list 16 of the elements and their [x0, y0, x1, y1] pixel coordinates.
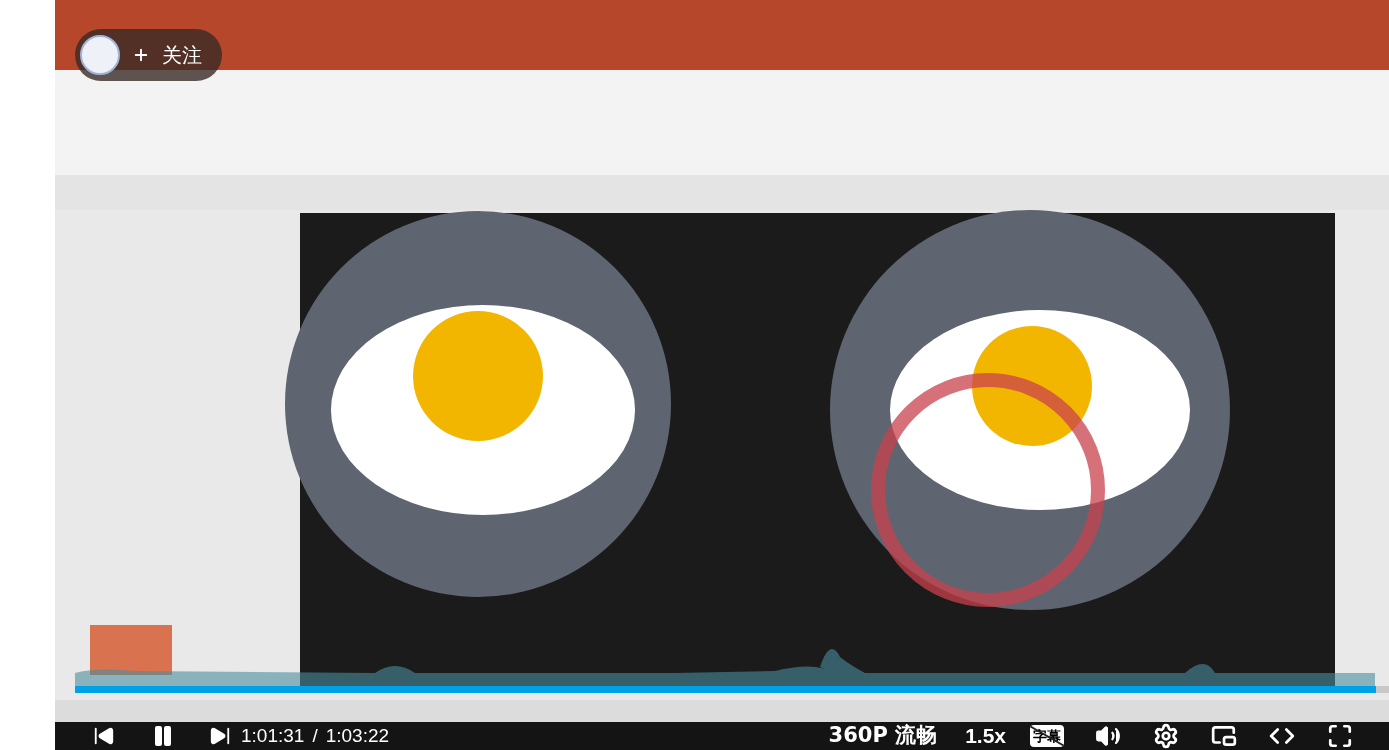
skip-back-icon [93, 725, 115, 747]
settings-button[interactable] [1152, 722, 1180, 750]
fullscreen-button[interactable] [1326, 722, 1354, 750]
avatar-icon [80, 35, 120, 75]
quality-button[interactable]: 360P 流畅 [828, 720, 938, 750]
plus-icon [132, 46, 150, 64]
speed-button[interactable]: 1.5x [965, 720, 1006, 750]
volume-icon [1095, 723, 1121, 749]
picture-in-picture-icon [1211, 723, 1237, 749]
fullscreen-icon [1327, 723, 1353, 749]
follow-button[interactable]: 关注 [75, 29, 222, 81]
time-separator: / [312, 723, 318, 748]
settings-icon [1153, 723, 1179, 749]
current-time: 1:01:31 [241, 723, 305, 748]
skip-forward-icon [209, 725, 231, 747]
duration: 1:03:22 [325, 723, 390, 748]
